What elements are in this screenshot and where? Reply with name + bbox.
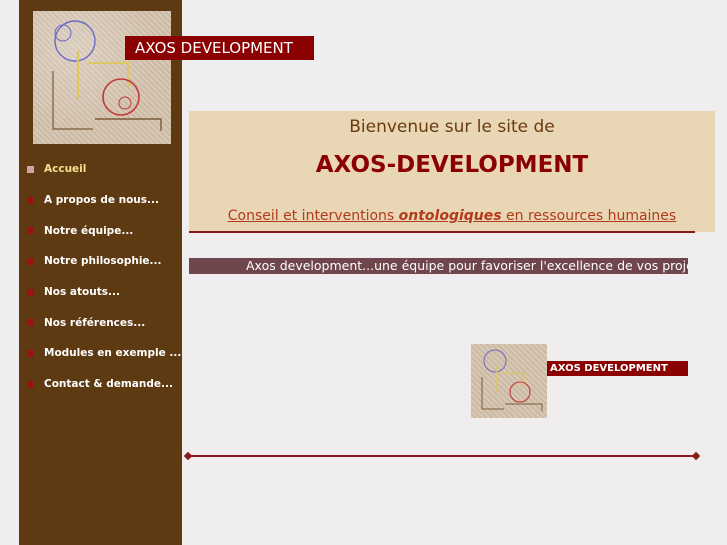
- logo-title: AXOS DEVELOPMENT: [125, 36, 314, 60]
- bullet-icon: [27, 165, 34, 173]
- welcome-greeting: Bienvenue sur le site de: [349, 117, 555, 137]
- nav-item-modules[interactable]: Modules en exemple ...: [27, 338, 181, 369]
- nav-item-label: Contact & demande...: [44, 378, 173, 391]
- bottom-divider: [188, 455, 696, 457]
- nav-item-accueil[interactable]: Accueil: [27, 154, 177, 185]
- bullet-icon: [27, 319, 34, 327]
- bullet-icon: [27, 196, 34, 204]
- nav-item-label: Nos atouts...: [44, 286, 120, 299]
- tagline-part: en ressources humaines: [501, 208, 677, 224]
- nav-item-a-propos[interactable]: A propos de nous...: [27, 185, 177, 216]
- scrolling-banner: Axos development...une équipe pour favor…: [189, 258, 688, 274]
- main-nav: Accueil A propos de nous... Notre équipe…: [27, 154, 181, 400]
- nav-item-philosophie[interactable]: Notre philosophie...: [27, 246, 177, 277]
- bullet-icon: [27, 380, 34, 388]
- tagline-part: Conseil et interventions: [227, 208, 399, 224]
- logo-drawing-icon: [481, 349, 543, 411]
- tagline-keyword: ontologiques: [398, 208, 502, 224]
- nav-item-label: Nos références...: [44, 316, 146, 329]
- nav-item-label: Accueil: [44, 163, 87, 176]
- footer-logo-title: AXOS DEVELOPMENT: [547, 361, 688, 376]
- logo-drawing-icon: [52, 20, 162, 131]
- bullet-icon: [27, 257, 34, 265]
- nav-item-atouts[interactable]: Nos atouts...: [27, 277, 177, 308]
- welcome-banner: Bienvenue sur le site de AXOS-DEVELOPMEN…: [189, 111, 715, 232]
- tagline-link[interactable]: Conseil et interventions ontologiques en…: [189, 208, 715, 224]
- nav-item-equipe[interactable]: Notre équipe...: [27, 215, 177, 246]
- site-title: AXOS-DEVELOPMENT: [315, 152, 589, 178]
- bullet-icon: [27, 288, 34, 296]
- footer-logo-image: [471, 344, 547, 418]
- logo-image: [33, 11, 171, 144]
- divider: [189, 231, 695, 233]
- bullet-icon: [27, 349, 34, 357]
- nav-item-label: Notre équipe...: [44, 224, 134, 237]
- nav-item-label: Modules en exemple ...: [44, 347, 182, 360]
- nav-item-contact[interactable]: Contact & demande...: [27, 369, 177, 400]
- nav-item-label: Notre philosophie...: [44, 255, 162, 268]
- nav-item-references[interactable]: Nos références...: [27, 307, 177, 338]
- bullet-icon: [27, 227, 34, 235]
- nav-item-label: A propos de nous...: [44, 194, 159, 207]
- scrolling-text: Axos development...une équipe pour favor…: [246, 258, 688, 273]
